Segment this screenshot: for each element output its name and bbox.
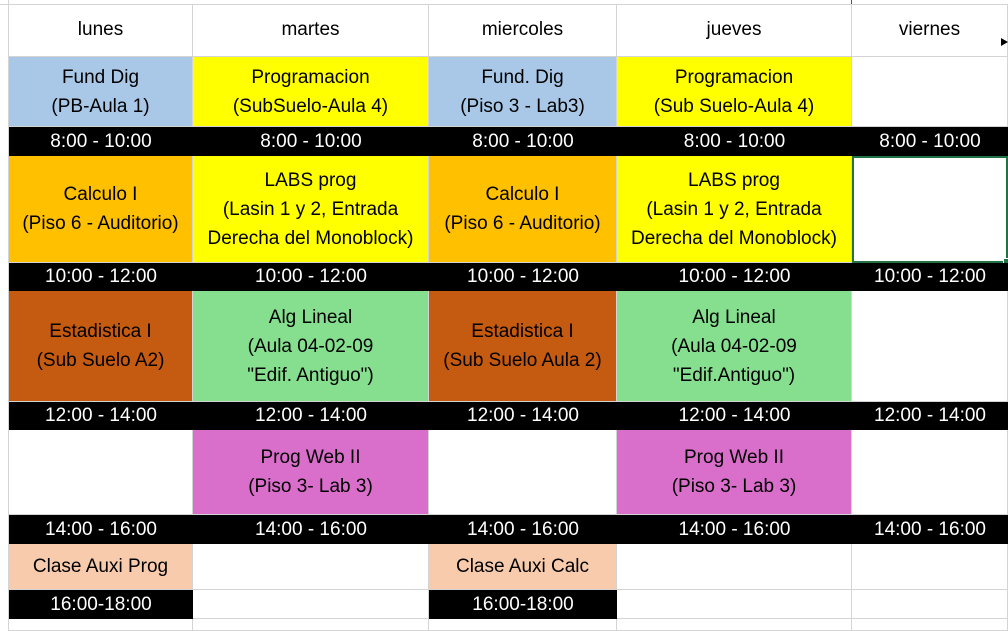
class-text-line: Estadistica I — [471, 321, 574, 342]
class-text-line: (Sub Suelo A2) — [36, 350, 165, 371]
time-slot[interactable]: 12:00 - 14:00 — [193, 402, 429, 430]
class-text-line: (SubSuelo-Aula 4) — [232, 95, 389, 117]
class-cell[interactable]: Fund. Dig (Piso 3 - Lab3) — [429, 57, 617, 127]
class-cell[interactable]: Alg Lineal (Aula 04-02-09 "Edif.Antiguo") — [617, 291, 852, 402]
time-slot[interactable]: 14:00 - 16:00 — [429, 515, 617, 544]
time-slot[interactable]: 16:00-18:00 — [9, 590, 193, 619]
class-cell[interactable]: Prog Web II (Piso 3- Lab 3) — [617, 430, 852, 515]
day-header-miercoles[interactable]: miercoles — [429, 4, 617, 57]
time-slot[interactable]: 8:00 - 10:00 — [9, 127, 193, 156]
time-slot[interactable]: 12:00 - 14:00 — [617, 402, 852, 430]
time-slot[interactable]: 10:00 - 12:00 — [852, 263, 1008, 291]
day-header-jueves[interactable]: jueves — [617, 4, 852, 57]
day-header-lunes[interactable]: lunes — [9, 4, 193, 57]
empty-cell[interactable] — [852, 57, 1008, 127]
class-text-line: (Aula 04-02-09 — [671, 335, 797, 357]
empty-cell[interactable] — [617, 544, 852, 590]
class-text-line: Estadistica I — [49, 321, 152, 342]
class-cell[interactable]: Estadistica I (Sub Suelo A2) — [9, 291, 193, 402]
empty-cell[interactable] — [852, 430, 1008, 515]
class-text-line: LABS prog — [264, 169, 357, 191]
class-cell[interactable]: Alg Lineal (Aula 04-02-09 "Edif. Antiguo") — [193, 291, 429, 402]
empty-cell[interactable] — [617, 619, 852, 631]
class-text-line: (Aula 04-02-09 — [247, 335, 374, 357]
class-text-line: Derecha del Monoblock) — [207, 227, 414, 249]
empty-cell[interactable] — [429, 430, 617, 515]
empty-time-cell[interactable] — [617, 590, 852, 619]
class-text-line: Calculo I — [485, 184, 560, 205]
time-slot[interactable]: 8:00 - 10:00 — [852, 127, 1008, 156]
class-text-line: Fund Dig — [61, 66, 140, 88]
class-text-line: LABS prog — [688, 169, 780, 191]
class-cell[interactable]: Clase Auxi Calc — [429, 544, 617, 590]
time-slot[interactable]: 8:00 - 10:00 — [429, 127, 617, 156]
empty-cell[interactable] — [193, 544, 429, 590]
class-text-line: (Sub Suelo Aula 2) — [443, 350, 602, 371]
class-cell[interactable]: LABS prog (Lasin 1 y 2, Entrada Derecha de… — [617, 156, 852, 263]
time-slot[interactable]: 10:00 - 12:00 — [9, 263, 193, 291]
class-cell[interactable]: Clase Auxi Prog — [9, 544, 193, 590]
time-slot[interactable]: 14:00 - 16:00 — [852, 515, 1008, 544]
class-text-line: (Piso 6 - Auditorio) — [444, 213, 601, 234]
class-text-line: Calculo I — [63, 184, 138, 205]
empty-cell[interactable] — [429, 619, 617, 631]
empty-cell[interactable] — [9, 619, 193, 631]
class-text-line: Alg Lineal — [268, 306, 353, 328]
class-cell[interactable]: Programacion (SubSuelo-Aula 4) — [193, 57, 429, 127]
class-text-line: Clase Auxi Prog — [32, 556, 169, 577]
spreadsheet-grid: lunes martes miercoles jueves viernes Fund Di… — [0, 0, 1008, 631]
class-cell[interactable]: Programacion (Sub Suelo-Aula 4) — [617, 57, 852, 127]
class-text-line: (Piso 6 - Auditorio) — [22, 213, 179, 234]
class-text-line: (Sub Suelo-Aula 4) — [653, 95, 815, 117]
empty-time-cell[interactable] — [852, 590, 1008, 619]
time-slot[interactable]: 8:00 - 10:00 — [193, 127, 429, 156]
class-cell[interactable]: Calculo I (Piso 6 - Auditorio) — [9, 156, 193, 263]
time-slot[interactable]: 14:00 - 16:00 — [193, 515, 429, 544]
class-text-line: Fund. Dig — [481, 66, 564, 88]
class-cell[interactable]: Estadistica I (Sub Suelo Aula 2) — [429, 291, 617, 402]
class-text-line: (PB-Aula 1) — [51, 95, 150, 117]
class-text-line: Programacion — [674, 66, 794, 88]
time-slot[interactable]: 14:00 - 16:00 — [617, 515, 852, 544]
class-cell[interactable]: Calculo I (Piso 6 - Auditorio) — [429, 156, 617, 263]
class-cell[interactable]: LABS prog (Lasin 1 y 2, Entrada Derecha de… — [193, 156, 429, 263]
time-slot[interactable]: 8:00 - 10:00 — [617, 127, 852, 156]
time-slot[interactable]: 14:00 - 16:00 — [9, 515, 193, 544]
day-header-martes[interactable]: martes — [193, 4, 429, 57]
time-slot[interactable]: 12:00 - 14:00 — [852, 402, 1008, 430]
empty-cell[interactable] — [852, 156, 1008, 263]
class-text-line: (Piso 3 - Lab3) — [460, 95, 585, 117]
class-cell[interactable]: Prog Web II (Piso 3- Lab 3) — [193, 430, 429, 515]
empty-cell[interactable] — [852, 544, 1008, 590]
class-text-line: Alg Lineal — [692, 306, 776, 328]
gridline — [851, 0, 852, 4]
time-slot[interactable]: 10:00 - 12:00 — [193, 263, 429, 291]
class-text-line: Programacion — [251, 66, 370, 88]
time-slot[interactable]: 12:00 - 14:00 — [429, 402, 617, 430]
time-slot[interactable]: 10:00 - 12:00 — [429, 263, 617, 291]
empty-cell[interactable] — [852, 291, 1008, 402]
day-header-viernes[interactable]: viernes — [852, 4, 1008, 57]
class-text-line: (Lasin 1 y 2, Entrada — [646, 198, 822, 220]
time-slot[interactable]: 12:00 - 14:00 — [9, 402, 193, 430]
class-text-line: (Piso 3- Lab 3) — [248, 476, 373, 497]
empty-cell[interactable] — [193, 619, 429, 631]
empty-time-cell[interactable] — [193, 590, 429, 619]
class-text-line: (Lasin 1 y 2, Entrada — [222, 198, 399, 220]
empty-cell[interactable] — [9, 430, 193, 515]
empty-cell[interactable] — [852, 619, 1008, 631]
class-text-line: (Piso 3- Lab 3) — [671, 476, 797, 497]
class-text-line: Prog Web II — [684, 447, 784, 468]
class-text-line: Prog Web II — [260, 447, 361, 468]
class-cell[interactable]: Fund Dig (PB-Aula 1) — [9, 57, 193, 127]
class-text-line: Clase Auxi Calc — [455, 556, 590, 577]
class-text-line: "Edif. Antiguo") — [247, 364, 374, 386]
time-slot[interactable]: 16:00-18:00 — [429, 590, 617, 619]
time-slot[interactable]: 10:00 - 12:00 — [617, 263, 852, 291]
class-text-line: Derecha del Monoblock) — [631, 227, 837, 249]
class-text-line: "Edif.Antiguo") — [672, 364, 796, 386]
